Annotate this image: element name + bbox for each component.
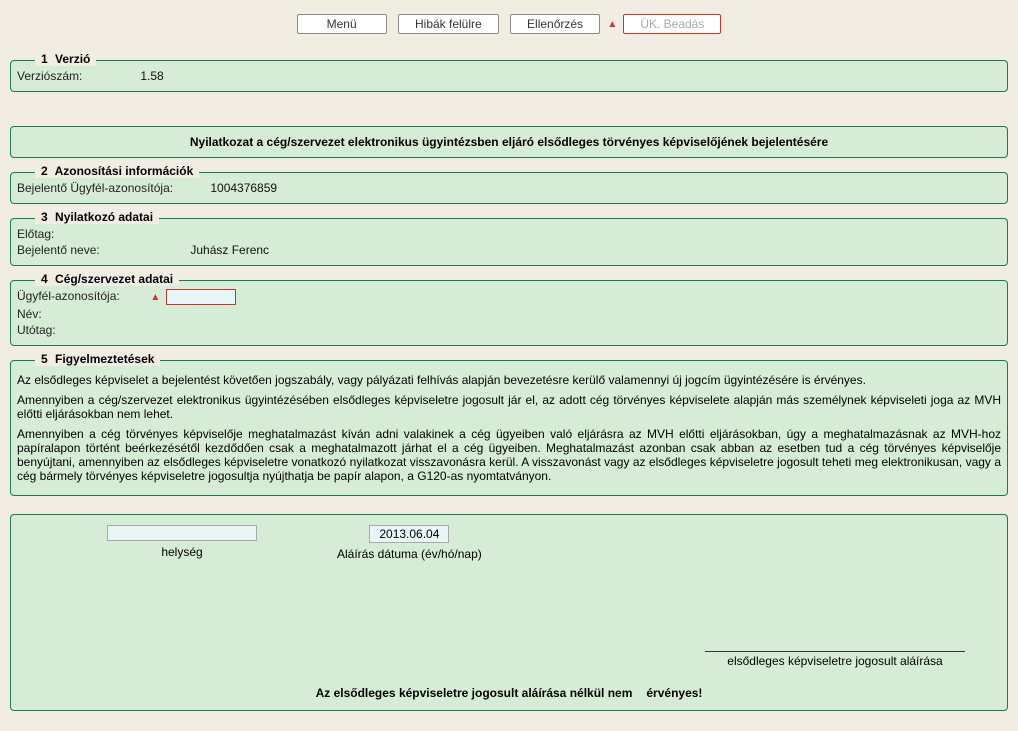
declarant-name-value: Juhász Ferenc <box>190 243 269 257</box>
reporter-client-id-value: 1004376859 <box>210 181 277 195</box>
signature-line-label: elsődleges képviseletre jogosult aláírás… <box>705 651 965 668</box>
footer-validity-note: Az elsődleges képviseletre jogosult aláí… <box>17 686 1001 700</box>
section-warnings: 5 Figyelmeztetések Az elsődleges képvise… <box>10 360 1008 496</box>
version-label: Verziószám: <box>17 69 137 83</box>
submit-button: ÜK. Beadás <box>623 14 721 34</box>
declarant-name-label: Bejelentő neve: <box>17 243 187 257</box>
reporter-client-id-label: Bejelentő Ügyfél-azonosítója: <box>17 181 207 195</box>
warning-paragraph-1: Az elsődleges képviselet a bejelentést k… <box>17 373 1001 387</box>
section-identification-legend: 2 Azonosítási információk <box>35 164 199 178</box>
check-button[interactable]: Ellenőrzés <box>510 14 600 34</box>
place-input[interactable] <box>107 525 257 541</box>
errors-up-button[interactable]: Hibák felülre <box>398 14 499 34</box>
org-client-id-label: Ügyfél-azonosítója: <box>17 289 147 303</box>
prefix-label: Előtag: <box>17 227 187 241</box>
warning-icon: ▲ <box>607 19 617 30</box>
declaration-title: Nyilatkozat a cég/szervezet elektronikus… <box>10 126 1008 158</box>
signature-date-input[interactable]: 2013.06.04 <box>369 525 449 543</box>
section-warnings-legend: 5 Figyelmeztetések <box>35 352 160 366</box>
section-identification: 2 Azonosítási információk Bejelentő Ügyf… <box>10 172 1008 204</box>
section-declarant-legend: 3 Nyilatkozó adatai <box>35 210 159 224</box>
signature-date-label: Aláírás dátuma (év/hó/nap) <box>337 547 482 561</box>
org-suffix-label: Utótag: <box>17 323 187 337</box>
section-declarant: 3 Nyilatkozó adatai Előtag: Bejelentő ne… <box>10 218 1008 266</box>
warning-paragraph-3: Amennyiben a cég törvényes képviselője m… <box>17 427 1001 483</box>
section-organization: 4 Cég/szervezet adatai Ügyfél-azonosítój… <box>10 280 1008 346</box>
warning-paragraph-2: Amennyiben a cég/szervezet elektronikus … <box>17 393 1001 421</box>
toolbar: Menü Hibák felülre Ellenőrzés ▲ ÜK. Beadá… <box>8 8 1010 46</box>
section-version-legend: 1 Verzió <box>35 52 96 66</box>
org-client-id-input[interactable] <box>166 289 236 305</box>
section-organization-legend: 4 Cég/szervezet adatai <box>35 272 179 286</box>
signature-block: helység 2013.06.04 Aláírás dátuma (év/hó… <box>10 514 1008 711</box>
menu-button[interactable]: Menü <box>297 14 387 34</box>
version-value: 1.58 <box>140 69 163 83</box>
warning-icon: ▲ <box>150 292 160 303</box>
place-label: helység <box>107 545 257 559</box>
section-version: 1 Verzió Verziószám: 1.58 <box>10 60 1008 92</box>
org-name-label: Név: <box>17 307 187 321</box>
